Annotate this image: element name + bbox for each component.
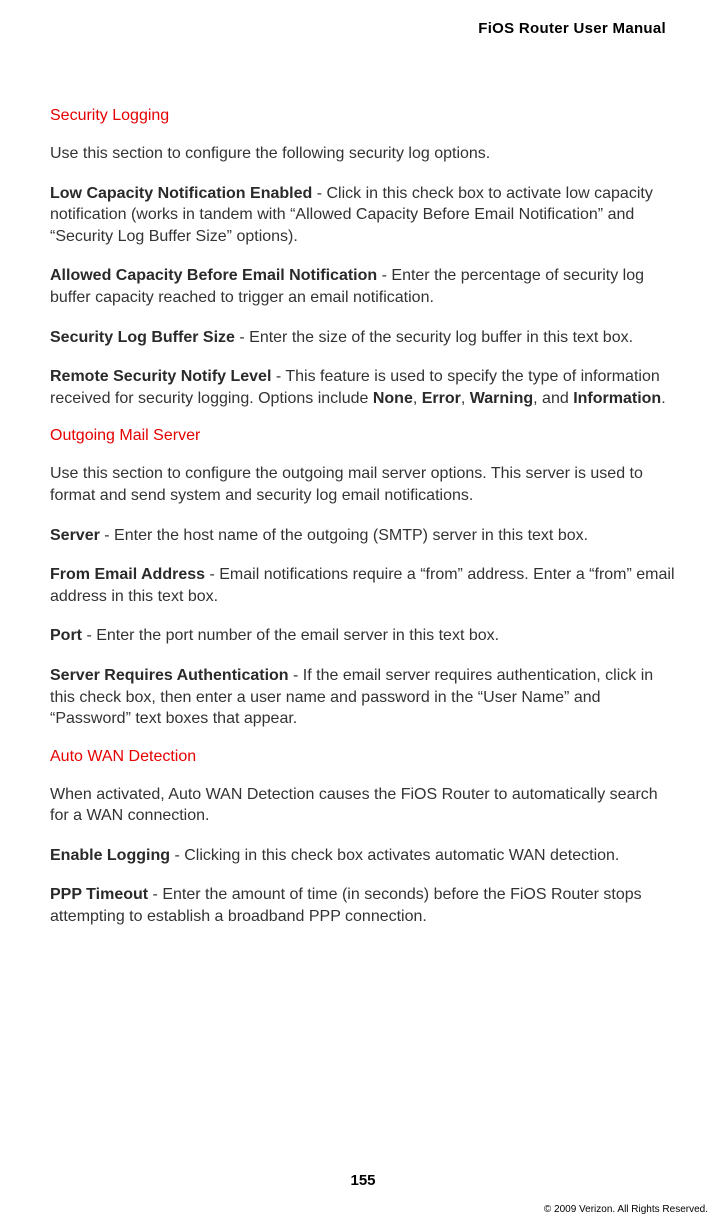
from-block: From Email Address - Email notifications… bbox=[50, 564, 676, 607]
remote-warning: Warning bbox=[470, 390, 533, 407]
allowed-capacity-label: Allowed Capacity Before Email Notificati… bbox=[50, 267, 377, 284]
remote-information: Information bbox=[573, 390, 661, 407]
server-text: - Enter the host name of the outgoing (S… bbox=[100, 527, 588, 544]
outgoing-mail-intro: Use this section to configure the outgoi… bbox=[50, 463, 676, 506]
enable-text: - Clicking in this check box activates a… bbox=[170, 847, 619, 864]
copyright: © 2009 Verizon. All Rights Reserved. bbox=[544, 1204, 708, 1215]
server-label: Server bbox=[50, 527, 100, 544]
low-capacity-block: Low Capacity Notification Enabled - Clic… bbox=[50, 183, 676, 248]
header-title: FiOS Router User Manual bbox=[50, 20, 676, 37]
from-label: From Email Address bbox=[50, 566, 205, 583]
remote-error: Error bbox=[422, 390, 461, 407]
low-capacity-label: Low Capacity Notification Enabled bbox=[50, 185, 312, 202]
remote-label: Remote Security Notify Level bbox=[50, 368, 271, 385]
remote-and: , and bbox=[533, 390, 573, 407]
section-heading-auto-wan: Auto WAN Detection bbox=[50, 748, 676, 766]
security-logging-intro: Use this section to configure the follow… bbox=[50, 143, 676, 165]
ppp-label: PPP Timeout bbox=[50, 886, 148, 903]
buffer-size-text: - Enter the size of the security log buf… bbox=[235, 329, 633, 346]
port-text: - Enter the port number of the email ser… bbox=[82, 627, 499, 644]
ppp-timeout-block: PPP Timeout - Enter the amount of time (… bbox=[50, 884, 676, 927]
server-block: Server - Enter the host name of the outg… bbox=[50, 525, 676, 547]
auth-block: Server Requires Authentication - If the … bbox=[50, 665, 676, 730]
section-heading-security-logging: Security Logging bbox=[50, 107, 676, 125]
buffer-size-block: Security Log Buffer Size - Enter the siz… bbox=[50, 327, 676, 349]
port-label: Port bbox=[50, 627, 82, 644]
page-number: 155 bbox=[0, 1172, 726, 1189]
enable-label: Enable Logging bbox=[50, 847, 170, 864]
remote-period: . bbox=[661, 390, 665, 407]
buffer-size-label: Security Log Buffer Size bbox=[50, 329, 235, 346]
remote-none: None bbox=[373, 390, 413, 407]
auth-label: Server Requires Authentication bbox=[50, 667, 289, 684]
section-heading-outgoing-mail: Outgoing Mail Server bbox=[50, 427, 676, 445]
enable-logging-block: Enable Logging - Clicking in this check … bbox=[50, 845, 676, 867]
auto-wan-intro: When activated, Auto WAN Detection cause… bbox=[50, 784, 676, 827]
remote-comma2: , bbox=[461, 390, 470, 407]
allowed-capacity-block: Allowed Capacity Before Email Notificati… bbox=[50, 265, 676, 308]
remote-comma1: , bbox=[413, 390, 422, 407]
remote-notify-block: Remote Security Notify Level - This feat… bbox=[50, 366, 676, 409]
port-block: Port - Enter the port number of the emai… bbox=[50, 625, 676, 647]
